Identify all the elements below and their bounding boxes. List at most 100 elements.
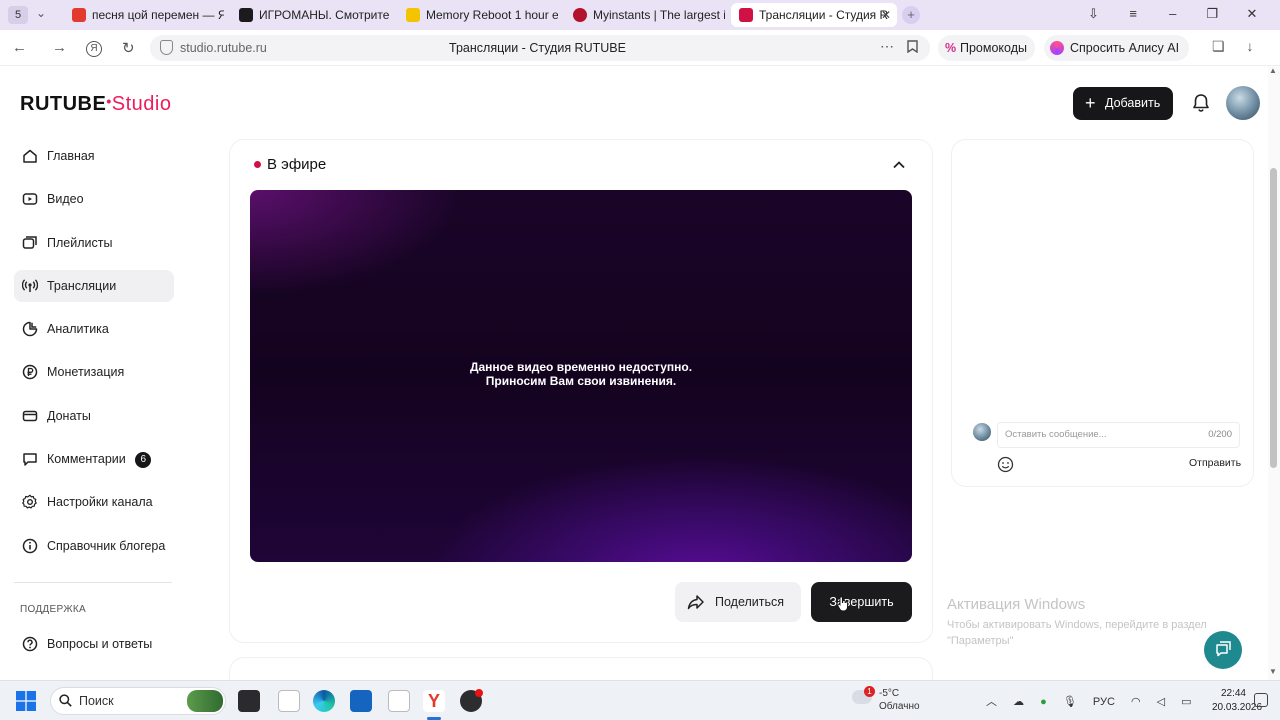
store-app-icon[interactable] [350,690,372,712]
weather-temp: -5°C [879,688,900,699]
collections-icon[interactable]: ❏ [1212,38,1225,54]
support-chat-button[interactable] [1204,631,1242,669]
sidebar-item-home[interactable]: Главная [14,140,174,172]
tray-chevron-up-icon[interactable]: ︿ [986,693,997,709]
broadcast-icon [22,279,38,292]
weather-alert-badge: 1 [864,686,875,697]
more-dots-icon[interactable]: ⋯ [880,38,894,55]
chat-bubble-icon [1216,641,1231,657]
url-field[interactable]: studio.rutube.ru Трансляции - Студия RUT… [150,35,930,61]
weather-desc: Облачно [879,701,920,712]
sidebar-item-faq[interactable]: Вопросы и ответы [14,628,174,660]
windows-start-icon[interactable] [16,691,36,711]
bell-icon[interactable] [1190,92,1212,114]
player-message-line-1: Данное видео временно недоступно. [469,360,693,374]
tabs-menu-chevron-icon[interactable]: ⌄ [36,6,46,20]
ruble-icon [22,365,38,380]
sidebar-item-label: Плейлисты [47,235,113,250]
promocodes-label: Промокоды [960,41,1027,55]
add-button[interactable]: + Добавить [1073,87,1173,120]
chevron-up-icon[interactable] [892,158,906,172]
page-title-in-bar: Трансляции - Студия RUTUBE [449,41,626,55]
battery-icon[interactable]: ▭ [1181,695,1191,708]
sidebar-item-monetization[interactable]: Монетизация [14,356,174,388]
browser-right-tools: ❏ ↓ [1212,38,1271,55]
yandex-browser-app-icon[interactable]: Y [423,690,445,712]
chat-message-input[interactable]: Оставить сообщение... 0/200 [997,422,1240,448]
new-tab-plus-icon[interactable]: + [902,6,920,24]
tab-label: Myinstants | The largest in [593,8,725,22]
notifications-icon[interactable] [1254,693,1268,707]
sidebar-item-channel-settings[interactable]: Настройки канала [14,486,174,518]
edge-app-icon[interactable] [313,690,335,712]
wifi-icon[interactable]: ◠ [1131,695,1141,708]
question-icon [22,636,38,652]
taskbar-clock[interactable]: 22:44 20.03.2026 [1212,687,1262,715]
share-button-label: Поделиться [715,595,785,609]
bookmark-icon[interactable] [907,40,918,53]
browser-tab-active[interactable]: Трансляции - Студия R ✕ [731,3,897,27]
emoji-icon[interactable] [997,456,1014,473]
close-tab-icon[interactable]: ✕ [881,3,891,27]
onedrive-icon[interactable]: ☁ [1013,695,1024,708]
promocodes-button[interactable]: % Промокоды [938,35,1035,61]
restore-icon[interactable]: ❐ [1194,6,1230,22]
sidebar-item-donations[interactable]: Донаты [14,400,174,432]
end-stream-button[interactable]: Завершить [811,582,912,622]
browser-tab-3[interactable]: Memory Reboot 1 hour ex [398,3,558,27]
sidebar-item-blogger-guide[interactable]: Справочник блогера [14,530,174,562]
alisa-label: Спросить Алису AI [1070,41,1180,55]
sidebar-item-analytics[interactable]: Аналитика [14,313,174,345]
rutube-studio-logo[interactable]: RUTUBE•Studio [20,93,171,116]
notepad-app-icon[interactable] [278,690,300,712]
browser-tab-2[interactable]: ИГРОМАНЫ. Смотрите в [231,3,391,27]
page-scrollbar-thumb[interactable] [1270,168,1277,468]
weather-text: -5°C Облачно [879,687,920,713]
close-window-icon[interactable]: ✕ [1234,6,1270,22]
reload-icon[interactable]: ↻ [122,39,135,57]
microphone-icon[interactable]: 🎙 [1063,695,1077,708]
ask-alisa-button[interactable]: Спросить Алису AI [1044,35,1190,61]
browser-tab-1[interactable]: песня цой перемен — Ян [64,3,224,27]
comments-count-badge: 6 [135,451,152,468]
language-indicator[interactable]: РУС [1093,696,1115,708]
sidebar-item-label: Настройки канала [47,495,153,510]
volume-icon[interactable]: ◁ [1157,695,1165,708]
player-message-line-2: Приносим Вам свои извинения. [485,374,677,388]
yandex-home-icon[interactable]: Я [86,41,102,57]
tab-counter[interactable]: 5 [8,6,28,24]
info-icon [22,538,38,553]
menu-icon[interactable]: ≡ [1115,6,1151,21]
sidebar-item-broadcasts[interactable]: Трансляции [14,269,174,302]
sidebar-item-video[interactable]: Видео [14,183,174,215]
search-icon [59,694,72,707]
video-icon [22,193,38,206]
document-app-icon[interactable] [388,690,410,712]
forward-arrow-icon[interactable]: → [52,39,67,56]
browser-tab-4[interactable]: Myinstants | The largest in [565,3,725,27]
shield-tray-icon[interactable]: ● [1040,696,1047,708]
file-manager-app-icon[interactable] [238,690,260,712]
sidebar-item-label: Монетизация [47,365,125,380]
download-icon[interactable]: ↓ [1246,38,1253,54]
user-avatar[interactable] [1226,86,1260,120]
windows-taskbar: Поиск Y 1 -5°C Облачно ︿ ☁ ● 🎙 РУС ◠ ◁ ▭… [0,680,1280,720]
donate-icon [22,410,38,422]
add-button-label: Добавить [1105,96,1161,110]
sidebar-item-label: Трансляции [47,278,117,293]
minimize-icon[interactable]: – [1155,6,1191,21]
sidebar-item-playlists[interactable]: Плейлисты [14,227,174,259]
scroll-up-arrow-icon[interactable]: ▲ [1269,66,1277,75]
downloads-icon[interactable]: ⇩ [1076,6,1112,22]
taskbar-search[interactable]: Поиск [50,687,226,715]
sidebar-item-label: Аналитика [47,322,109,337]
logo-main-text: RUTUBE [20,93,107,115]
rutube-favicon-icon [239,8,253,22]
back-arrow-icon[interactable]: ← [12,39,27,56]
chat-send-button[interactable]: Отправить [1189,457,1241,469]
share-button[interactable]: Поделиться [675,582,801,622]
rutube-studio-favicon-icon [739,8,753,22]
sidebar-item-comments[interactable]: Комментарии 6 [14,443,174,475]
alisa-orb-icon [1050,41,1064,55]
scroll-down-arrow-icon[interactable]: ▼ [1269,667,1277,676]
